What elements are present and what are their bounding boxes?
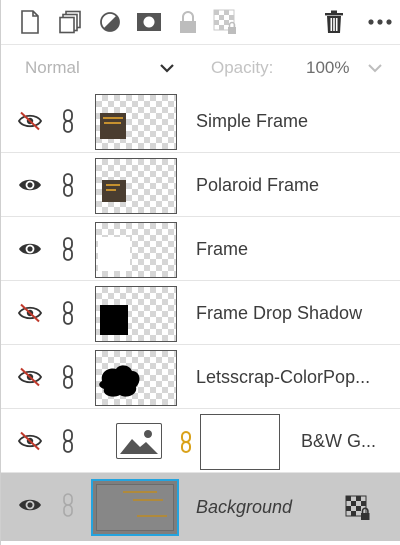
delete-layer-icon[interactable] <box>321 9 347 35</box>
layer-row[interactable]: Letsscrap-ColorPop... <box>1 345 400 409</box>
layer-thumbnail[interactable] <box>95 158 177 214</box>
layer-row-selected[interactable]: Background <box>1 473 400 541</box>
mask-link-icon[interactable] <box>179 430 193 454</box>
blend-opacity-bar: Normal Opacity: 100% <box>1 44 400 88</box>
thumbnail-text-lines <box>103 117 123 119</box>
lock-transparency-icon[interactable] <box>345 495 373 521</box>
adjustment-type-thumbnail[interactable] <box>101 409 177 473</box>
chevron-down-icon[interactable] <box>159 60 175 78</box>
chain-link-icon[interactable] <box>61 364 75 390</box>
layer-name[interactable]: Background <box>196 497 292 518</box>
visibility-hidden-icon[interactable] <box>17 367 43 387</box>
visibility-eye-icon[interactable] <box>18 239 42 259</box>
layer-thumbnail[interactable] <box>91 479 179 536</box>
layer-thumbnail[interactable] <box>95 94 177 150</box>
adjustment-layer-icon[interactable] <box>97 9 123 35</box>
layer-mask-icon[interactable] <box>136 9 162 35</box>
more-options-icon[interactable] <box>367 9 393 35</box>
layer-row[interactable]: B&W G... <box>1 409 400 473</box>
chain-link-icon[interactable] <box>61 108 75 134</box>
layer-name[interactable]: Simple Frame <box>196 111 308 132</box>
visibility-eye-icon[interactable] <box>18 495 42 515</box>
blend-mode-select[interactable]: Normal <box>25 58 80 78</box>
new-layer-icon[interactable] <box>17 9 43 35</box>
visibility-eye-icon[interactable] <box>18 175 42 195</box>
visibility-hidden-icon[interactable] <box>17 431 43 451</box>
opacity-label: Opacity: <box>211 58 274 77</box>
visibility-hidden-icon[interactable] <box>17 303 43 323</box>
thumbnail-splat-shape <box>99 365 140 397</box>
chain-link-icon <box>61 492 75 518</box>
layer-thumbnail[interactable] <box>95 350 177 406</box>
lock-transparency-icon[interactable] <box>213 9 239 35</box>
thumbnail-frame-content <box>98 237 130 271</box>
layer-row[interactable]: Frame Drop Shadow <box>1 281 400 345</box>
opacity-input[interactable]: 100% <box>306 58 349 78</box>
image-icon <box>116 423 162 459</box>
layers-toolbar <box>1 0 400 44</box>
layer-name[interactable]: Polaroid Frame <box>196 175 319 196</box>
layer-name[interactable]: Frame Drop Shadow <box>196 303 362 324</box>
duplicate-layer-icon[interactable] <box>57 9 83 35</box>
lock-all-icon[interactable] <box>175 9 201 35</box>
chain-link-icon[interactable] <box>61 172 75 198</box>
layers-list: Simple Frame Polaroid Frame Frame Frame … <box>1 89 400 541</box>
chain-link-icon[interactable] <box>61 236 75 262</box>
layer-mask-thumbnail[interactable] <box>200 414 280 470</box>
visibility-hidden-icon[interactable] <box>17 111 43 131</box>
layer-thumbnail[interactable] <box>95 286 177 342</box>
layer-name[interactable]: Frame <box>196 239 248 260</box>
layer-row[interactable]: Simple Frame <box>1 89 400 153</box>
layer-row[interactable]: Frame <box>1 217 400 281</box>
layer-name[interactable]: Letsscrap-ColorPop... <box>196 367 370 388</box>
chevron-down-icon[interactable] <box>367 60 383 78</box>
thumbnail-frame-content <box>100 305 128 335</box>
layer-name[interactable]: B&W G... <box>301 431 376 452</box>
layer-row[interactable]: Polaroid Frame <box>1 153 400 217</box>
chain-link-icon[interactable] <box>61 300 75 326</box>
chain-link-icon[interactable] <box>61 428 75 454</box>
layers-panel: Normal Opacity: 100% Simple Frame Polaro… <box>0 0 400 545</box>
layer-thumbnail[interactable] <box>95 222 177 278</box>
